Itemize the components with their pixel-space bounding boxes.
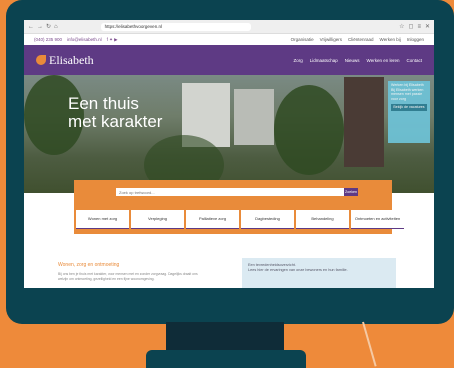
tile-dagbesteding[interactable]: Dagbesteding bbox=[241, 210, 294, 229]
home-icon[interactable]: ⌂ bbox=[54, 24, 58, 30]
hero-building bbox=[234, 89, 274, 145]
hero-title: Een thuis met karakter bbox=[68, 95, 162, 131]
widget-body: Bij Elisabeth werken mensen met passie v… bbox=[391, 87, 424, 101]
tile-behandeling[interactable]: Behandeling bbox=[296, 210, 349, 229]
hero-tree bbox=[274, 85, 344, 175]
hero-title-line1: Een thuis bbox=[68, 94, 139, 113]
monitor-base bbox=[146, 350, 306, 368]
top-bar: (040) 235 900 info@elisabeth.nl f ✦ ▶ Or… bbox=[24, 34, 434, 45]
top-link-1[interactable]: Vrijwilligers bbox=[320, 37, 342, 42]
reload-icon[interactable]: ↻ bbox=[46, 24, 51, 30]
monitor-cord bbox=[362, 321, 377, 367]
search-panel: Zoeken Wonen met zorg Verpleging Palliat… bbox=[74, 180, 404, 234]
content-text: Bij ons ben je thuis met karakter, voor … bbox=[58, 272, 198, 281]
nav-link-0[interactable]: Zorg bbox=[293, 58, 302, 63]
forward-icon[interactable]: → bbox=[37, 24, 43, 30]
quote-text: Lees hier de ervaringen van onze bewoner… bbox=[248, 268, 348, 272]
content-section: Wonen, zorg en ontmoeting Bij ons ben je… bbox=[24, 236, 434, 288]
extension-icon[interactable]: ◻ bbox=[408, 24, 413, 30]
nav-link-1[interactable]: Lidmaatschap bbox=[310, 58, 338, 63]
email-link[interactable]: info@elisabeth.nl bbox=[67, 37, 102, 42]
social-icons[interactable]: f ✦ ▶ bbox=[107, 37, 118, 43]
tile-wonen-met-zorg[interactable]: Wonen met zorg bbox=[76, 210, 129, 229]
hero-title-line2: met karakter bbox=[68, 112, 163, 131]
content-heading: Wonen, zorg en ontmoeting bbox=[58, 262, 120, 268]
top-link-2[interactable]: Cliëntenraad bbox=[348, 37, 374, 42]
quote-box: Een tevredenheidsoverzicht. Lees hier de… bbox=[242, 258, 396, 288]
nav-link-4[interactable]: Contact bbox=[406, 58, 422, 63]
close-icon[interactable]: ✕ bbox=[425, 24, 430, 30]
top-link-0[interactable]: Organisatie bbox=[291, 37, 314, 42]
hero-banner: Een thuis met karakter Werken bij Elisab… bbox=[24, 75, 434, 195]
main-nav: Elisabeth Zorg Lidmaatschap Nieuws Werke… bbox=[24, 45, 434, 75]
service-tiles: Wonen met zorg Verpleging Palliatieve zo… bbox=[76, 210, 404, 229]
search-input[interactable] bbox=[116, 188, 344, 196]
logo-text: Elisabeth bbox=[49, 52, 94, 67]
top-link-4[interactable]: Inloggen bbox=[407, 37, 424, 42]
search-button[interactable]: Zoeken bbox=[344, 188, 358, 196]
nav-link-2[interactable]: Nieuws bbox=[345, 58, 360, 63]
top-link-3[interactable]: Werken bij bbox=[380, 37, 401, 42]
tile-ontmoeten[interactable]: Ontmoeten en activiteiten bbox=[351, 210, 404, 229]
browser-toolbar: ← → ↻ ⌂ https://elisabethvoorgeven.nl ☆ … bbox=[24, 20, 434, 34]
menu-icon[interactable]: ≡ bbox=[417, 24, 421, 30]
nav-link-3[interactable]: Werken en leren bbox=[367, 58, 400, 63]
jobs-widget: Werken bij Elisabeth Bij Elisabeth werke… bbox=[388, 81, 430, 143]
star-icon[interactable]: ☆ bbox=[399, 24, 404, 30]
widget-button[interactable]: Bekijk de vacatures bbox=[391, 104, 427, 111]
widget-title: Werken bij Elisabeth bbox=[391, 83, 424, 87]
back-icon[interactable]: ← bbox=[28, 24, 34, 30]
tile-palliatieve-zorg[interactable]: Palliatieve zorg bbox=[186, 210, 239, 229]
phone-link[interactable]: (040) 235 900 bbox=[34, 37, 62, 42]
logo-icon bbox=[36, 55, 46, 65]
screen: ← → ↻ ⌂ https://elisabethvoorgeven.nl ☆ … bbox=[24, 20, 434, 288]
address-bar[interactable]: https://elisabethvoorgeven.nl bbox=[100, 22, 251, 31]
logo[interactable]: Elisabeth bbox=[36, 53, 94, 68]
tile-verpleging[interactable]: Verpleging bbox=[131, 210, 184, 229]
hero-building bbox=[344, 77, 384, 167]
